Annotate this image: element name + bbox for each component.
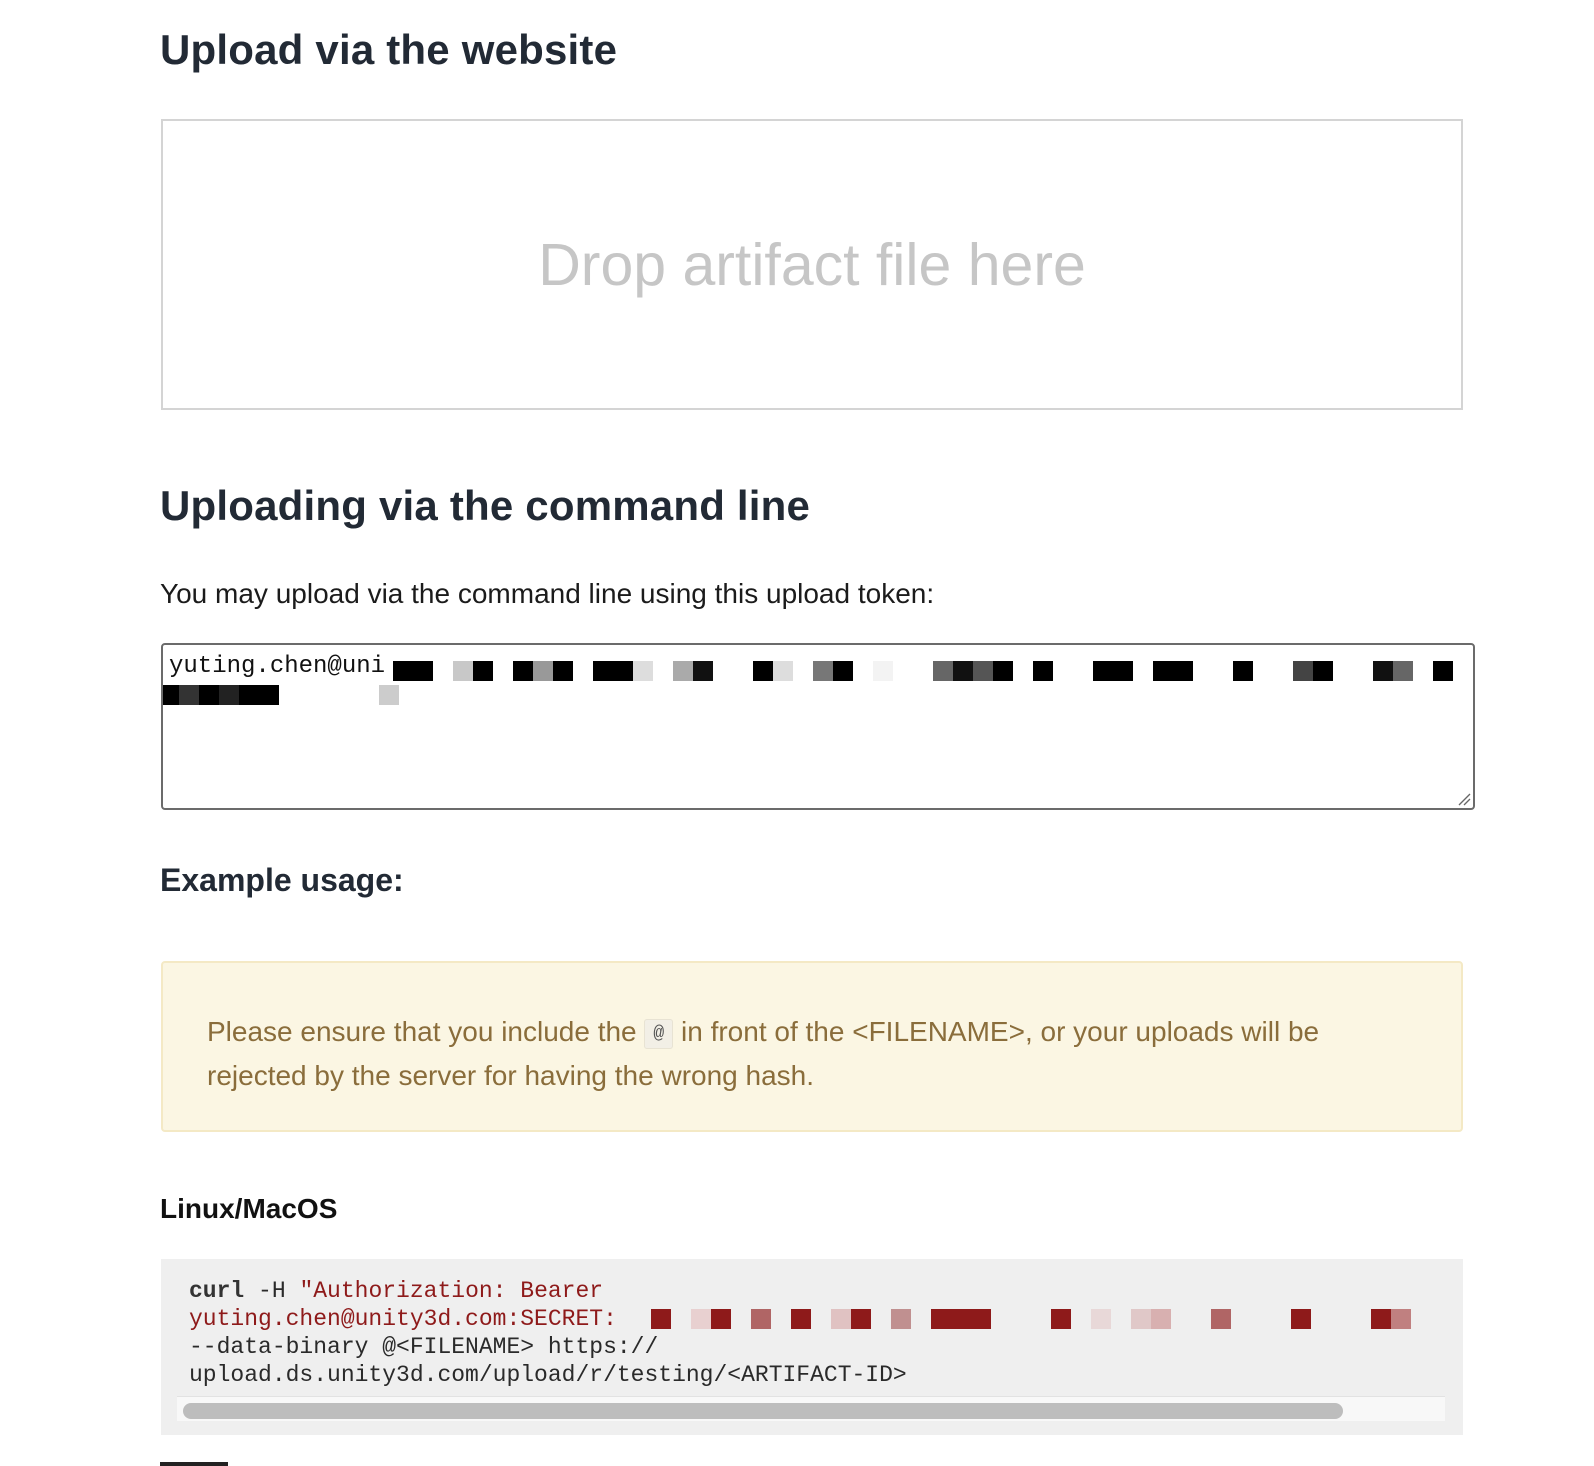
code-curl: curl: [189, 1278, 245, 1304]
code-horizontal-scrollbar[interactable]: [177, 1396, 1445, 1421]
artifact-dropzone[interactable]: Drop artifact file here: [161, 119, 1463, 410]
next-section-title-peek: [160, 1454, 240, 1466]
code-line-3: --data-binary @<FILENAME> https://: [189, 1334, 659, 1360]
code-secret-prefix: yuting.chen@unity3d.com:SECRET:: [189, 1306, 617, 1332]
code-flag: -H: [244, 1278, 300, 1304]
redacted-secret-pixels: [651, 1309, 1411, 1329]
example-usage-title: Example usage:: [160, 862, 404, 898]
resize-grip-icon[interactable]: [1457, 792, 1471, 806]
redacted-token-pixels-2: [163, 685, 399, 705]
cli-intro-text: You may upload via the command line usin…: [160, 578, 935, 609]
code-line-4: upload.ds.unity3d.com/upload/r/testing/<…: [189, 1362, 907, 1388]
code-line-2: yuting.chen@unity3d.com:SECRET:: [189, 1305, 1435, 1333]
section-title-website: Upload via the website: [160, 26, 618, 73]
warning-text-before: Please ensure that you include the: [207, 1016, 637, 1047]
warning-at-code: @: [644, 1019, 674, 1049]
code-auth-header: "Authorization: Bearer: [299, 1278, 604, 1304]
dropzone-label: Drop artifact file here: [538, 231, 1086, 298]
upload-token-textarea[interactable]: yuting.chen@uni: [161, 643, 1475, 810]
section-title-cli: Uploading via the command line: [160, 482, 811, 529]
hash-warning-alert: Please ensure that you include the @ in …: [161, 961, 1463, 1132]
linux-code-block[interactable]: curl -H "Authorization: Bearer yuting.ch…: [161, 1259, 1463, 1435]
upload-token-value: yuting.chen@uni: [169, 653, 386, 680]
code-line-1: curl -H "Authorization: Bearer: [189, 1277, 1435, 1305]
scrollbar-thumb[interactable]: [183, 1403, 1343, 1419]
linux-macos-title: Linux/MacOS: [160, 1193, 338, 1224]
